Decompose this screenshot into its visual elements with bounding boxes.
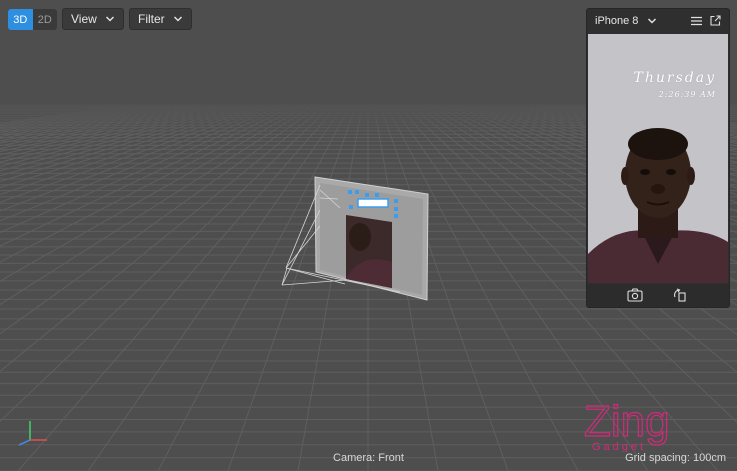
rotate-icon[interactable] <box>673 288 687 302</box>
device-preview-panel: iPhone 8 Thursday 2:26:39 AM <box>586 8 730 308</box>
grid-spacing-status: Grid spacing: 100cm <box>625 452 726 464</box>
view-mode-toggle[interactable]: 3D 2D <box>8 9 57 30</box>
mode-3d-button[interactable]: 3D <box>8 9 33 30</box>
portrait-photo <box>588 114 728 283</box>
lock-screen-day: Thursday <box>633 70 716 86</box>
view-dropdown-label: View <box>71 12 97 26</box>
axis-gizmo-icon <box>18 421 47 446</box>
mode-2d-button[interactable]: 2D <box>33 9 58 30</box>
view-dropdown[interactable]: View <box>62 8 124 30</box>
chevron-down-icon <box>173 16 183 22</box>
device-selector[interactable]: iPhone 8 <box>595 15 638 27</box>
lock-screen-time: 2:26:39 AM <box>658 90 716 99</box>
logo-brand-text: Zing <box>584 397 670 446</box>
brand-logo: Zing Gadget <box>583 396 670 452</box>
chevron-down-icon <box>105 16 115 22</box>
hamburger-menu-icon[interactable] <box>691 16 702 26</box>
camera-switch-icon[interactable] <box>627 288 643 302</box>
device-preview-footer <box>587 284 729 307</box>
filter-dropdown-label: Filter <box>138 12 165 26</box>
external-link-icon[interactable] <box>710 15 721 26</box>
device-preview-header: iPhone 8 <box>587 9 729 33</box>
chevron-down-icon[interactable] <box>647 16 657 26</box>
device-screen[interactable]: Thursday 2:26:39 AM <box>588 34 728 283</box>
logo-sub-text: Gadget <box>592 441 646 452</box>
filter-dropdown[interactable]: Filter <box>129 8 192 30</box>
